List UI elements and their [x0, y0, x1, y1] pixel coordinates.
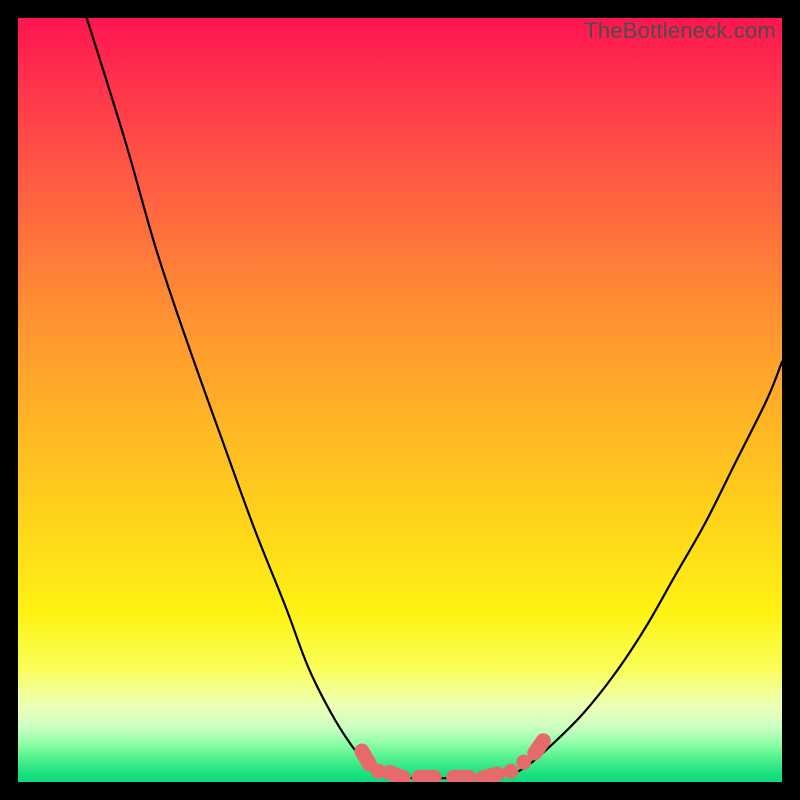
- chart-plot-area: TheBottleneck.com: [18, 18, 782, 782]
- marker-capsule: [412, 770, 442, 782]
- marker-capsule: [474, 765, 507, 782]
- bottleneck-curve: [18, 18, 782, 782]
- marker-capsule: [380, 763, 413, 782]
- watermark-text: TheBottleneck.com: [584, 18, 776, 44]
- marker-capsule: [446, 770, 476, 782]
- chart-frame: TheBottleneck.com: [0, 0, 800, 800]
- curve-markers: [352, 730, 554, 782]
- marker-circle: [503, 764, 518, 779]
- curve-line: [87, 18, 782, 778]
